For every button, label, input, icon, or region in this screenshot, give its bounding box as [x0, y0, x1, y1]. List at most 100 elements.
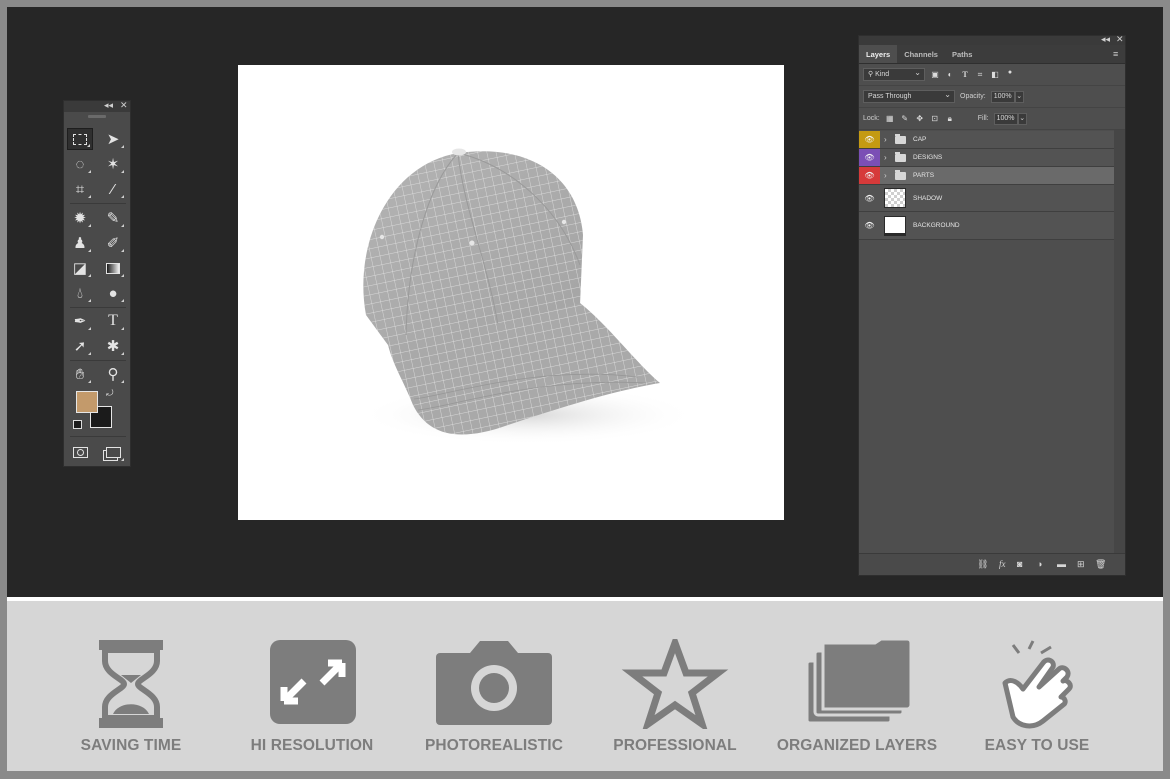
gradient-icon — [106, 262, 120, 274]
new-layer-icon[interactable]: ⊞ — [1077, 558, 1085, 570]
layer-row-cap[interactable]: 👁︎ › CAP — [859, 131, 1115, 149]
close-icon[interactable]: ✕ — [120, 100, 128, 111]
panel-menu-icon[interactable]: ≡ — [1113, 50, 1121, 59]
pen-icon: ✒ — [73, 312, 87, 330]
star-icon — [621, 639, 729, 729]
history-brush-tool[interactable]: ✐ — [100, 232, 126, 254]
path-select-tool[interactable]: ➚ — [67, 335, 93, 357]
tab-channels[interactable]: Channels — [897, 45, 945, 63]
opacity-label: Opacity: — [960, 93, 986, 100]
smart-object-filter-icon[interactable]: ◧ — [990, 70, 1000, 80]
layer-name: CAP — [913, 136, 927, 143]
fill-slider-toggle[interactable]: ⌄ — [1017, 112, 1027, 125]
lock-label: Lock: — [863, 115, 880, 122]
dodge-icon: ● — [108, 284, 118, 302]
zoom-tool[interactable]: ⚲ — [100, 363, 126, 385]
feature-organized-layers: ORGANIZED LAYERS — [767, 601, 947, 771]
move-icon: ➤ — [106, 130, 120, 148]
fx-icon[interactable]: fx — [999, 558, 1006, 570]
layer-row-background[interactable]: 👁︎ BACKGROUND — [859, 212, 1115, 240]
marquee-tool[interactable] — [67, 128, 93, 150]
swap-colors-icon[interactable]: ⤾ — [106, 388, 114, 399]
tab-paths[interactable]: Paths — [945, 45, 979, 63]
lock-all-icon[interactable]: 🔒︎ — [945, 114, 955, 124]
chevron-right-icon[interactable]: › — [884, 171, 890, 180]
lock-position-icon[interactable]: ✥ — [915, 114, 925, 124]
layer-row-designs[interactable]: 👁︎ › DESIGNS — [859, 149, 1115, 167]
visibility-toggle[interactable]: 👁︎ — [859, 149, 880, 166]
layer-row-parts[interactable]: 👁︎ › PARTS — [859, 167, 1115, 185]
magic-wand-tool[interactable]: ✶ — [100, 153, 126, 175]
dodge-tool[interactable]: ● — [100, 282, 126, 304]
eye-icon: 👁︎ — [864, 193, 875, 203]
search-icon: ⚲ — [868, 71, 874, 78]
chevron-right-icon[interactable]: › — [884, 153, 890, 162]
filter-kind-dropdown[interactable]: ⚲ Kind — [863, 67, 925, 81]
shape-icon: ✱ — [106, 337, 120, 355]
quick-mask-button[interactable] — [67, 441, 93, 463]
foreground-color-swatch[interactable] — [76, 391, 98, 413]
stamp-tool[interactable]: ♟ — [67, 232, 93, 254]
opacity-slider-toggle[interactable]: ⌄ — [1014, 90, 1024, 103]
lock-transparency-icon[interactable]: ▦ — [885, 114, 895, 124]
fill-input[interactable]: 100% — [993, 112, 1018, 125]
feature-photorealistic: PHOTOREALISTIC — [404, 601, 584, 771]
tab-layers[interactable]: Layers — [859, 45, 898, 63]
feature-label: ORGANIZED LAYERS — [776, 737, 938, 754]
lasso-tool[interactable]: ◌ — [67, 153, 93, 175]
lock-row: Lock: ▦ ✎ ✥ ⊡ 🔒︎ Fill: 100% ⌄ — [859, 108, 1125, 130]
screen-mode-button[interactable] — [100, 441, 126, 463]
layer-row-shadow[interactable]: 👁︎ SHADOW — [859, 185, 1115, 212]
gradient-tool[interactable] — [100, 257, 126, 279]
default-colors-icon[interactable] — [73, 420, 82, 429]
layer-thumbnail — [884, 215, 906, 236]
collapse-icon[interactable]: ◂◂ — [104, 100, 113, 111]
history-brush-icon: ✐ — [106, 234, 120, 252]
eye-icon: 👁︎ — [864, 135, 875, 144]
stacked-folders-icon — [805, 639, 913, 725]
filter-toggle-icon[interactable]: ● — [1005, 69, 1015, 80]
eyedropper-tool[interactable]: ⁄ — [100, 178, 126, 200]
blur-tool[interactable]: 💧︎ — [67, 282, 93, 304]
layer-name: PARTS — [913, 172, 935, 179]
shape-filter-icon[interactable]: ⌗ — [975, 70, 985, 80]
type-filter-icon[interactable]: T — [960, 70, 970, 80]
hand-tool[interactable]: ✋︎ — [67, 363, 93, 385]
hourglass-icon — [99, 640, 163, 728]
chevron-right-icon[interactable]: › — [884, 135, 890, 144]
adjustment-filter-icon[interactable]: ◐ — [945, 70, 955, 80]
trash-icon[interactable]: 🗑︎ — [1095, 558, 1106, 570]
visibility-toggle[interactable]: 👁︎ — [859, 212, 880, 239]
layers-scrollbar[interactable] — [1114, 130, 1125, 555]
opacity-input[interactable]: 100% — [990, 90, 1015, 103]
lock-artboard-icon[interactable]: ⊡ — [930, 114, 940, 124]
document-canvas[interactable] — [238, 65, 784, 520]
adjustment-layer-icon[interactable]: ◑ — [1037, 558, 1042, 570]
new-group-icon[interactable]: ▬ — [1057, 558, 1066, 570]
eraser-tool[interactable]: ◪ — [67, 257, 93, 279]
visibility-toggle[interactable]: 👁︎ — [859, 185, 880, 211]
visibility-toggle[interactable]: 👁︎ — [859, 131, 880, 148]
visibility-toggle[interactable]: 👁︎ — [859, 167, 880, 184]
move-tool[interactable]: ➤ — [100, 128, 126, 150]
pen-tool[interactable]: ✒ — [67, 310, 93, 332]
zoom-icon: ⚲ — [107, 365, 119, 383]
close-icon[interactable]: ✕ — [1116, 34, 1124, 45]
collapse-icon[interactable]: ◂◂ — [1101, 34, 1110, 45]
type-icon: T — [108, 312, 118, 329]
expand-arrows-icon — [270, 640, 356, 724]
crop-tool[interactable]: ⌗ — [67, 178, 93, 200]
type-tool[interactable]: T — [100, 310, 126, 332]
link-layers-icon[interactable]: ⛓ — [977, 558, 988, 570]
add-mask-icon[interactable]: ◙ — [1017, 558, 1022, 570]
healing-tool[interactable]: ✹ — [67, 207, 93, 229]
lock-pixels-icon[interactable]: ✎ — [900, 114, 910, 124]
panel-grip[interactable] — [88, 115, 106, 118]
pixel-filter-icon[interactable]: ▣ — [930, 70, 940, 80]
eye-icon: 👁︎ — [864, 171, 875, 180]
shape-tool[interactable]: ✱ — [100, 335, 126, 357]
layer-name: DESIGNS — [913, 154, 943, 161]
blend-mode-dropdown[interactable]: Pass Through — [863, 89, 955, 103]
brush-tool[interactable]: ✎ — [100, 207, 126, 229]
eyedropper-icon: ⁄ — [111, 180, 115, 198]
